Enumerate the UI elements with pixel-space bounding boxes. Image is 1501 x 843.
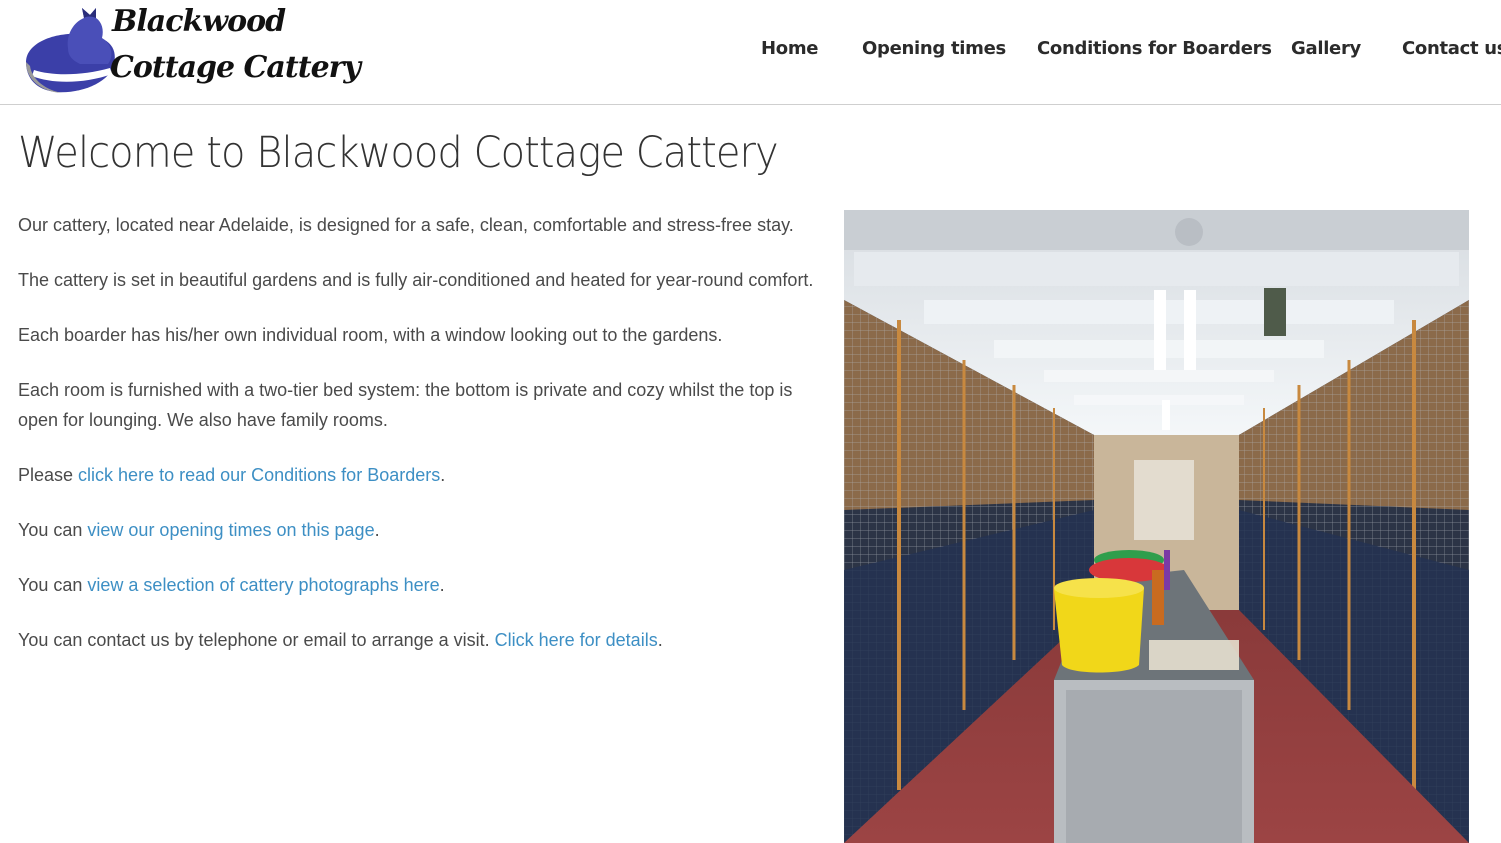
intro-paragraph: Our cattery, located near Adelaide, is d… [18, 215, 794, 235]
nav-gallery[interactable]: Gallery [1291, 38, 1361, 59]
logo-title-line2: Cottage Cattery [110, 50, 361, 85]
gallery-link[interactable]: view a selection of cattery photographs … [87, 575, 439, 595]
gallery-suffix: . [439, 575, 445, 595]
cattery-interior-photo [844, 210, 1469, 843]
conditions-suffix: . [440, 465, 446, 485]
logo-title-line1: Blackwood [112, 4, 286, 39]
nav-contact-us[interactable]: Contact us [1402, 38, 1501, 59]
gardens-paragraph: The cattery is set in beautiful gardens … [18, 270, 814, 290]
nav-home[interactable]: Home [761, 38, 819, 59]
opening-times-suffix: . [374, 520, 380, 540]
page-title: Welcome to Blackwood Cottage Cattery [18, 128, 779, 178]
opening-times-link[interactable]: view our opening times on this page [87, 520, 374, 540]
site-logo[interactable]: Blackwood Cottage Cattery [22, 4, 361, 96]
contact-details-link[interactable]: Click here for details [495, 630, 658, 650]
opening-times-prefix: You can [18, 520, 88, 540]
nav-opening-times[interactable]: Opening times [862, 38, 1006, 59]
rooms-paragraph: Each boarder has his/her own individual … [18, 325, 723, 345]
contact-paragraph: You can contact us by telephone or email… [18, 625, 818, 655]
beds-paragraph: Each room is furnished with a two-tier b… [18, 380, 793, 430]
gallery-prefix: You can [18, 575, 88, 595]
opening-times-paragraph: You can view our opening times on this p… [18, 515, 818, 545]
conditions-link[interactable]: click here to read our Conditions for Bo… [78, 465, 440, 485]
nav-conditions-for-boarders[interactable]: Conditions for Boarders [1037, 38, 1272, 59]
contact-prefix: You can contact us by telephone or email… [18, 630, 495, 650]
conditions-prefix: Please [18, 465, 79, 485]
conditions-paragraph: Please click here to read our Conditions… [18, 460, 818, 490]
main-content: Our cattery, located near Adelaide, is d… [18, 210, 818, 680]
gallery-paragraph: You can view a selection of cattery phot… [18, 570, 818, 600]
contact-suffix: . [657, 630, 663, 650]
site-header: Blackwood Cottage Cattery Home Opening t… [0, 0, 1501, 105]
